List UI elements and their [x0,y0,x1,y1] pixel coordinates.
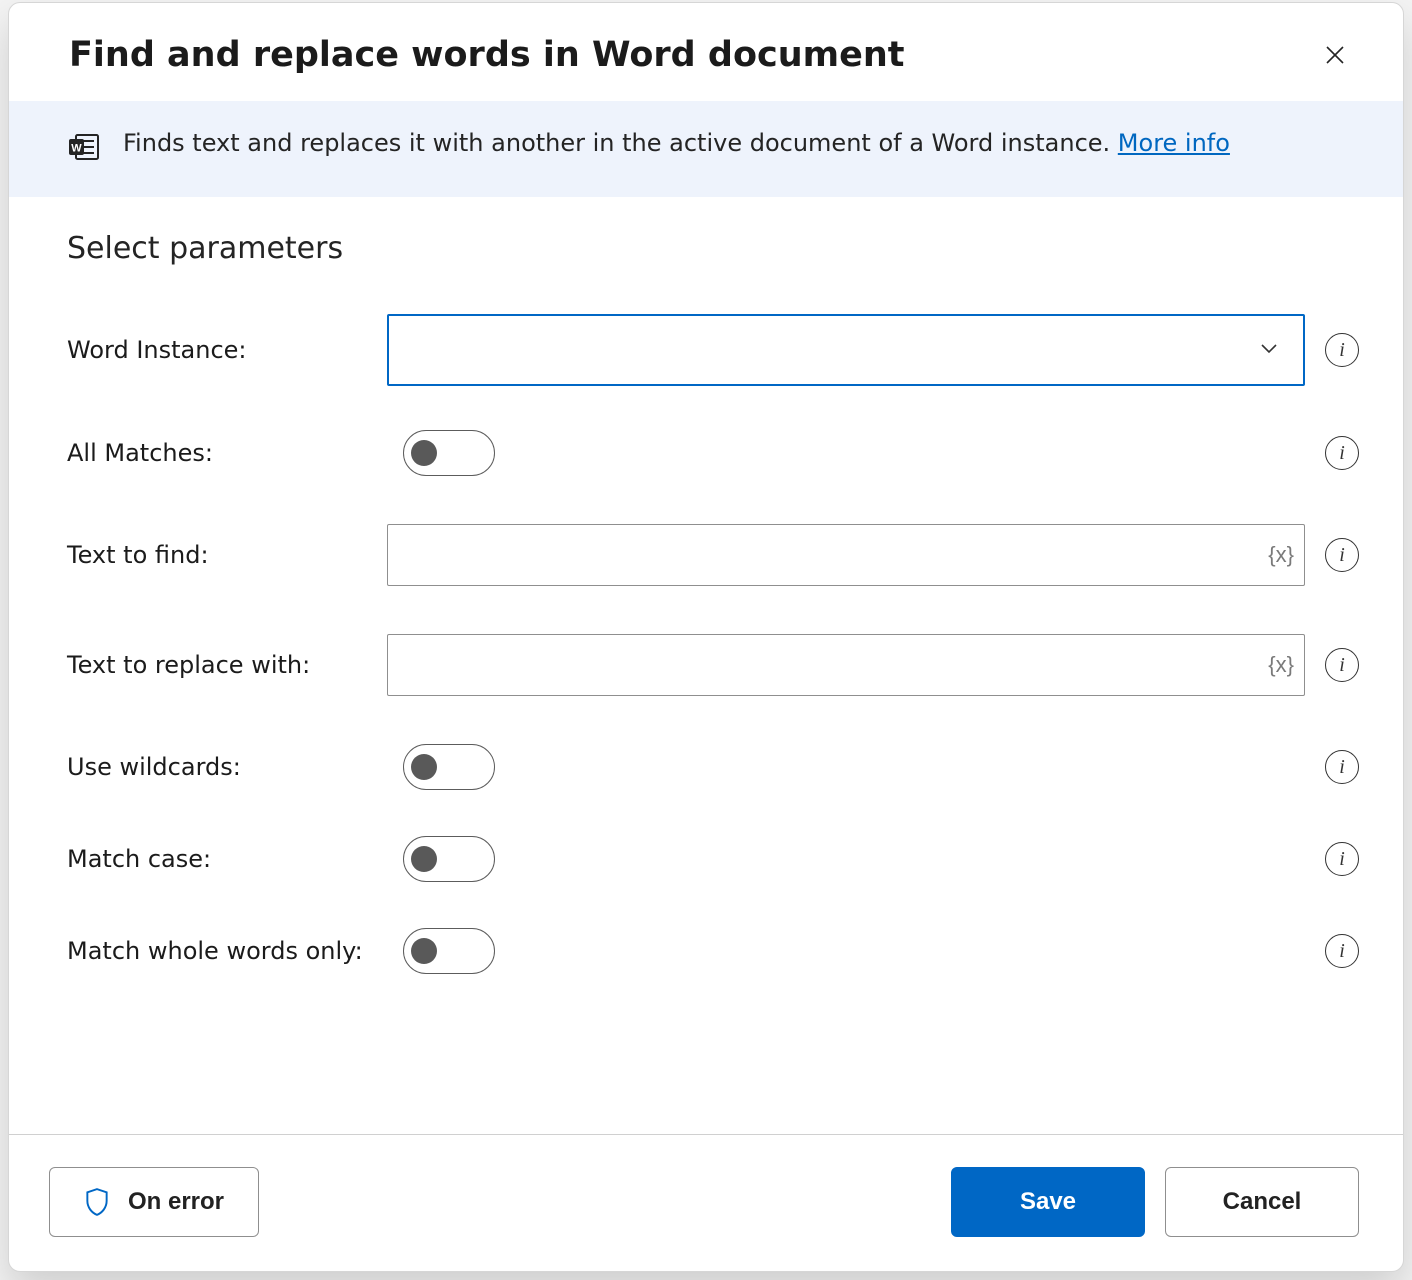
label-text-to-replace: Text to replace with: [67,651,387,679]
svg-text:W: W [71,143,82,155]
row-all-matches: All Matches: i [67,404,1359,494]
info-banner: W Finds text and replaces it with anothe… [9,101,1403,197]
word-instance-dropdown[interactable] [387,314,1305,386]
info-icon[interactable]: i [1325,750,1359,784]
label-word-instance: Word Instance: [67,336,387,364]
info-icon[interactable]: i [1325,842,1359,876]
more-info-link[interactable]: More info [1118,129,1230,157]
shield-icon [84,1187,110,1217]
info-icon[interactable]: i [1325,436,1359,470]
dialog-title: Find and replace words in Word document [69,35,905,75]
info-icon[interactable]: i [1325,648,1359,682]
info-text: Finds text and replaces it with another … [123,129,1230,157]
row-text-to-find: Text to find: {x} i [67,494,1359,604]
chevron-down-icon [1257,336,1281,364]
close-icon [1323,43,1347,67]
info-icon[interactable]: i [1325,538,1359,572]
text-to-find-input-wrapper: {x} [387,524,1305,586]
label-use-wildcards: Use wildcards: [67,753,387,781]
label-match-whole: Match whole words only: [67,937,387,965]
text-to-replace-input[interactable] [388,635,1304,695]
toggle-knob [411,754,437,780]
text-to-find-input[interactable] [388,525,1304,585]
close-button[interactable] [1317,37,1353,73]
all-matches-toggle[interactable] [403,430,495,476]
dialog-body: Select parameters Word Instance: i All M… [9,197,1403,1134]
on-error-label: On error [128,1188,224,1216]
match-case-toggle[interactable] [403,836,495,882]
toggle-knob [411,938,437,964]
dialog-description: Finds text and replaces it with another … [123,129,1118,157]
on-error-button[interactable]: On error [49,1167,259,1237]
label-match-case: Match case: [67,845,387,873]
word-app-icon: W [69,133,99,167]
row-text-to-replace: Text to replace with: {x} i [67,604,1359,714]
label-all-matches: All Matches: [67,439,387,467]
footer-actions: Save Cancel [951,1167,1359,1237]
toggle-knob [411,440,437,466]
dialog-header: Find and replace words in Word document [9,3,1403,101]
use-wildcards-toggle[interactable] [403,744,495,790]
section-title: Select parameters [67,231,1359,266]
dialog-footer: On error Save Cancel [9,1134,1403,1271]
info-icon[interactable]: i [1325,333,1359,367]
match-whole-toggle[interactable] [403,928,495,974]
row-match-case: Match case: i [67,808,1359,900]
row-word-instance: Word Instance: i [67,296,1359,404]
label-text-to-find: Text to find: [67,541,387,569]
row-use-wildcards: Use wildcards: i [67,714,1359,808]
find-replace-dialog: Find and replace words in Word document … [8,2,1404,1272]
toggle-knob [411,846,437,872]
row-match-whole: Match whole words only: i [67,900,1359,992]
info-icon[interactable]: i [1325,934,1359,968]
save-button[interactable]: Save [951,1167,1145,1237]
text-to-replace-input-wrapper: {x} [387,634,1305,696]
cancel-button[interactable]: Cancel [1165,1167,1359,1237]
